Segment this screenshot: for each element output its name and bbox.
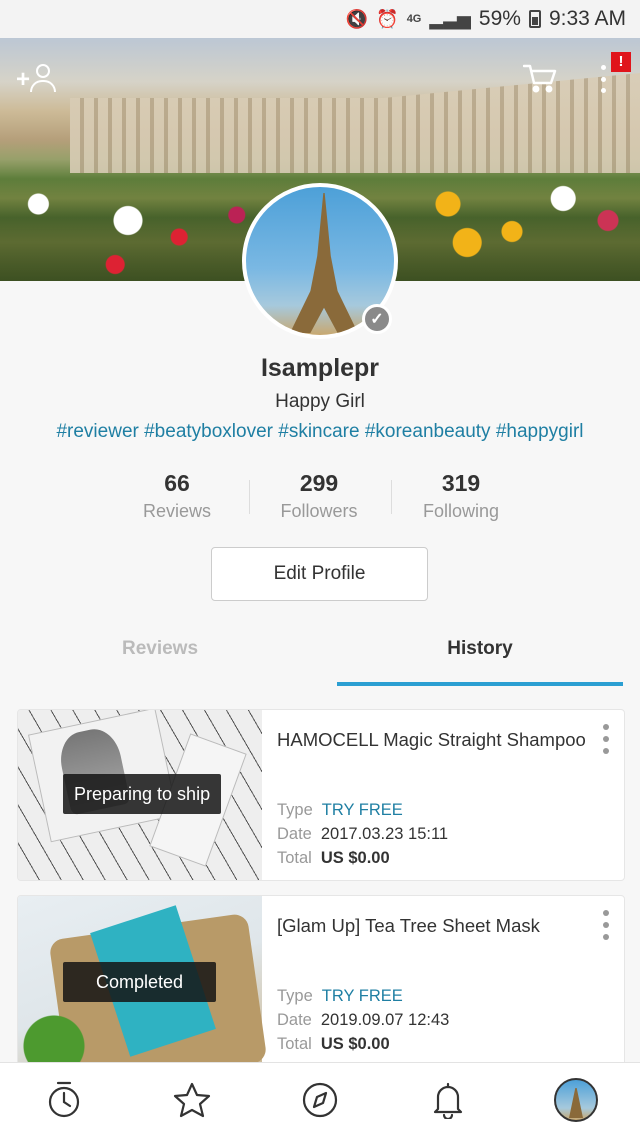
total-value: US $0.00 (320, 849, 390, 867)
stat-reviews-count: 66 (164, 470, 190, 496)
profile-username: Isamplepr (260, 354, 380, 382)
profile-hashtags[interactable]: #reviewer #beatyboxlover #skincare #kore… (0, 421, 640, 443)
add-friend-icon[interactable]: + (16, 62, 58, 96)
stat-following[interactable]: 319 Following (391, 470, 531, 522)
mute-icon: 🔇 (345, 8, 369, 29)
more-vertical-icon[interactable] (596, 62, 610, 96)
history-item[interactable]: Preparing to ship HAMOCELL Magic Straigh… (17, 709, 625, 881)
date-value: 2017.03.23 15:11 (320, 825, 449, 843)
network-label: 4G (406, 13, 422, 25)
type-label: Type (277, 801, 313, 819)
product-thumbnail: Completed (18, 896, 268, 1074)
battery-icon (528, 10, 541, 28)
date-value: 2019.09.07 12:43 (320, 1011, 450, 1029)
battery-percent: 59% (478, 7, 521, 30)
edit-profile-button[interactable]: Edit Profile (211, 547, 428, 601)
stat-followers[interactable]: 299 Followers (249, 470, 389, 522)
alarm-icon: ⏰ (376, 8, 399, 29)
product-title: [Glam Up] Tea Tree Sheet Mask (277, 915, 540, 936)
bottom-nav (0, 1062, 640, 1137)
history-item[interactable]: Completed [Glam Up] Tea Tree Sheet Mask … (17, 895, 625, 1075)
product-title: HAMOCELL Magic Straight Shampoo (277, 729, 586, 750)
total-label: Total (277, 1035, 312, 1053)
profile-avatar-nav[interactable] (554, 1078, 598, 1122)
order-status-badge: Completed (63, 962, 217, 1002)
bell-icon[interactable] (428, 1080, 468, 1120)
star-icon[interactable] (172, 1080, 212, 1120)
profile-bio: Happy Girl (275, 391, 365, 412)
total-label: Total (277, 849, 312, 867)
signal-icon: ▂▃▅ (429, 8, 471, 29)
stat-reviews[interactable]: 66 Reviews (107, 470, 247, 522)
compass-icon[interactable] (300, 1080, 340, 1120)
tab-history[interactable]: History (330, 638, 630, 660)
date-label: Date (277, 825, 312, 843)
eiffel-tower-image (290, 193, 358, 333)
stat-following-label: Following (422, 501, 500, 521)
status-bar: 🔇 ⏰ 4G ▂▃▅ 59% 9:33 AM (0, 0, 640, 38)
stat-followers-label: Followers (280, 501, 358, 521)
active-tab-indicator (337, 682, 623, 686)
date-label: Date (277, 1011, 312, 1029)
verified-check-icon: ✓ (362, 304, 392, 334)
product-thumbnail: Preparing to ship (18, 710, 262, 880)
type-value: TRY FREE (321, 987, 403, 1005)
clock: 9:33 AM (548, 7, 626, 30)
cart-icon[interactable] (522, 62, 557, 94)
tab-reviews[interactable]: Reviews (10, 638, 310, 660)
stat-following-count: 319 (441, 470, 481, 496)
order-meta: Type TRY FREE Date 2019.09.07 12:43 Total U… (277, 984, 449, 1056)
stat-reviews-label: Reviews (142, 501, 212, 521)
item-more-icon[interactable] (598, 724, 614, 754)
alert-badge: ! (611, 52, 631, 72)
type-label: Type (277, 987, 313, 1005)
timer-icon[interactable] (44, 1080, 84, 1120)
item-more-icon[interactable] (598, 910, 614, 940)
stat-followers-count: 299 (299, 470, 339, 496)
type-value: TRY FREE (321, 801, 403, 819)
order-status-badge: Preparing to ship (63, 774, 222, 814)
total-value: US $0.00 (320, 1035, 390, 1053)
order-meta: Type TRY FREE Date 2017.03.23 15:11 Total U… (277, 798, 448, 870)
